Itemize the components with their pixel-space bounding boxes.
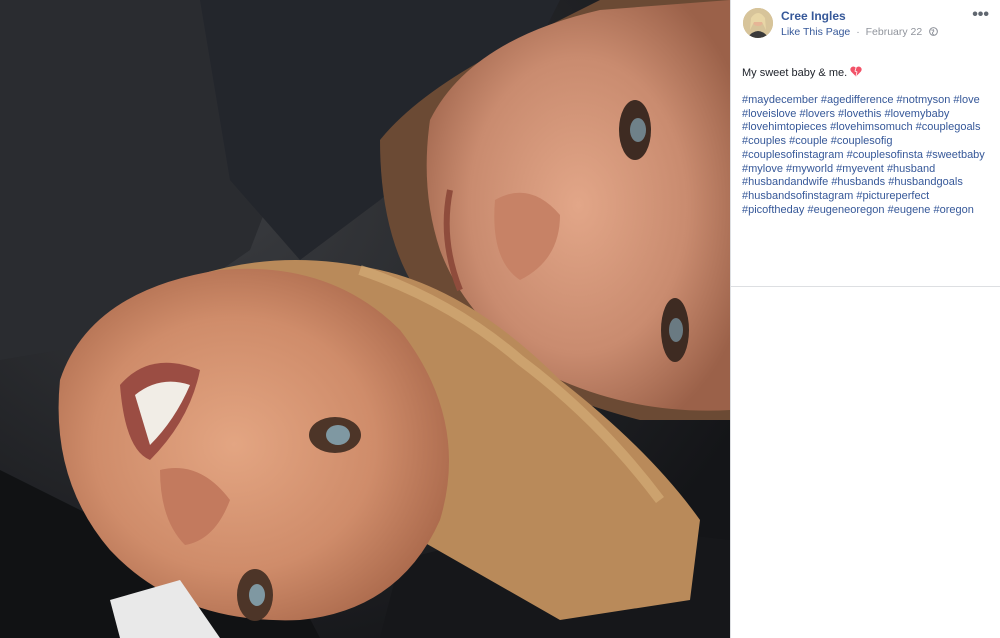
post-sidebar: Cree Ingles Like This Page · February 22…: [730, 0, 1000, 638]
avatar[interactable]: [743, 8, 773, 38]
hashtag-link[interactable]: #myworld: [786, 163, 833, 175]
post-meta: Like This Page · February 22: [781, 26, 939, 38]
selfie-photo-illustration: [0, 0, 730, 638]
hashtag-link[interactable]: #lovehimtopieces: [742, 121, 827, 133]
like-page-link[interactable]: Like This Page: [781, 26, 850, 38]
hashtag-link[interactable]: #eugeneoregon: [807, 204, 884, 216]
caption-text: My sweet baby & me.: [742, 67, 848, 79]
meta-separator: ·: [856, 26, 860, 38]
post-date[interactable]: February 22: [866, 26, 923, 38]
hashtag-link[interactable]: #couple: [789, 135, 828, 147]
hashtag-link[interactable]: #husband: [887, 163, 935, 175]
hashtag-link[interactable]: #lovemybaby: [885, 108, 950, 120]
hashtag-link[interactable]: #lovehimsomuch: [830, 121, 913, 133]
hashtag-link[interactable]: #couplesofinstagram: [742, 149, 844, 161]
hashtag-link[interactable]: #notmyson: [897, 94, 951, 106]
more-options-button[interactable]: •••: [972, 6, 989, 24]
heart-icon: [850, 66, 862, 77]
hashtag-link[interactable]: #love: [953, 94, 979, 106]
hashtag-link[interactable]: #mylove: [742, 163, 783, 175]
hashtag-link[interactable]: #picoftheday: [742, 204, 804, 216]
globe-icon[interactable]: [929, 27, 939, 36]
hashtag-link[interactable]: #sweetbaby: [926, 149, 985, 161]
hashtag-link[interactable]: #couplegoals: [916, 121, 981, 133]
hashtag-link[interactable]: #agedifference: [821, 94, 894, 106]
hashtag-link[interactable]: #husbandandwife: [742, 176, 828, 188]
hashtag-link[interactable]: #eugene: [888, 204, 931, 216]
hashtag-link[interactable]: #husbandsofinstagram: [742, 190, 853, 202]
hashtag-link[interactable]: #lovethis: [838, 108, 881, 120]
hashtag-link[interactable]: #husbands: [831, 176, 885, 188]
post-header: Cree Ingles Like This Page · February 22…: [731, 0, 1000, 46]
hashtag-link[interactable]: #oregon: [933, 204, 973, 216]
page-name-link[interactable]: Cree Ingles: [781, 9, 846, 23]
hashtag-link[interactable]: #couplesofig: [831, 135, 893, 147]
hashtag-link[interactable]: #lovers: [799, 108, 834, 120]
hashtag-link[interactable]: #maydecember: [742, 94, 818, 106]
hashtag-list: #maydecember #agedifference #notmyson #l…: [742, 94, 994, 217]
hashtag-link[interactable]: #loveislove: [742, 108, 796, 120]
hashtag-link[interactable]: #myevent: [836, 163, 884, 175]
hashtag-link[interactable]: #husbandgoals: [888, 176, 963, 188]
hashtag-link[interactable]: #pictureperfect: [856, 190, 929, 202]
post-caption: My sweet baby & me.: [742, 66, 862, 79]
post-photo[interactable]: [0, 0, 730, 638]
avatar-image: [743, 8, 773, 38]
hashtag-link[interactable]: #couplesofinsta: [847, 149, 923, 161]
divider: [731, 286, 1000, 287]
hashtag-link[interactable]: #couples: [742, 135, 786, 147]
